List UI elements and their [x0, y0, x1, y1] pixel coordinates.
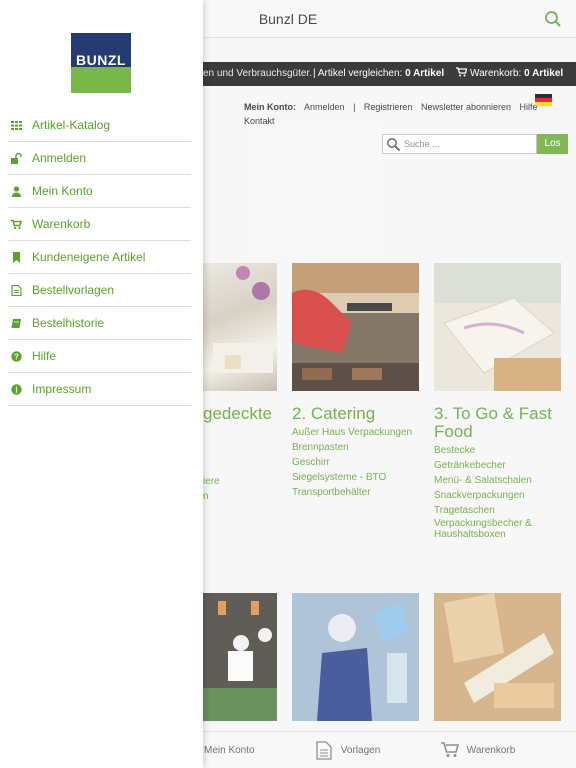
drawer-item-imprint[interactable]: i Impressum: [8, 373, 191, 406]
question-icon: ?: [11, 351, 22, 362]
info-icon: i: [11, 384, 22, 395]
drawer-item-custom-articles[interactable]: Kundeneigene Artikel: [8, 241, 191, 274]
drawer-item-catalog[interactable]: Artikel-Katalog: [8, 109, 191, 142]
book-icon: [11, 319, 21, 328]
side-drawer: BUNZL Artikel-Katalog Anmelden Mein Kont…: [0, 0, 203, 768]
drawer-item-help[interactable]: ? Hilfe: [8, 340, 191, 373]
drawer-item-cart[interactable]: Warenkorb: [8, 208, 191, 241]
drawer-item-order-history[interactable]: Bestelhistorie: [8, 307, 191, 340]
drawer-menu: Artikel-Katalog Anmelden Mein Konto Ware…: [0, 109, 191, 406]
drawer-item-order-templates[interactable]: Bestellvorlagen: [8, 274, 191, 307]
user-icon: [12, 186, 21, 197]
drawer-item-login[interactable]: Anmelden: [8, 142, 191, 175]
document-icon: [11, 285, 22, 296]
drawer-item-account[interactable]: Mein Konto: [8, 175, 191, 208]
unlock-icon: [11, 153, 22, 164]
bunzl-logo[interactable]: BUNZL: [71, 33, 131, 93]
svg-text:?: ?: [14, 352, 19, 361]
cart-icon: [11, 219, 22, 230]
grid-icon: [11, 121, 22, 130]
bookmark-icon: [13, 252, 20, 263]
